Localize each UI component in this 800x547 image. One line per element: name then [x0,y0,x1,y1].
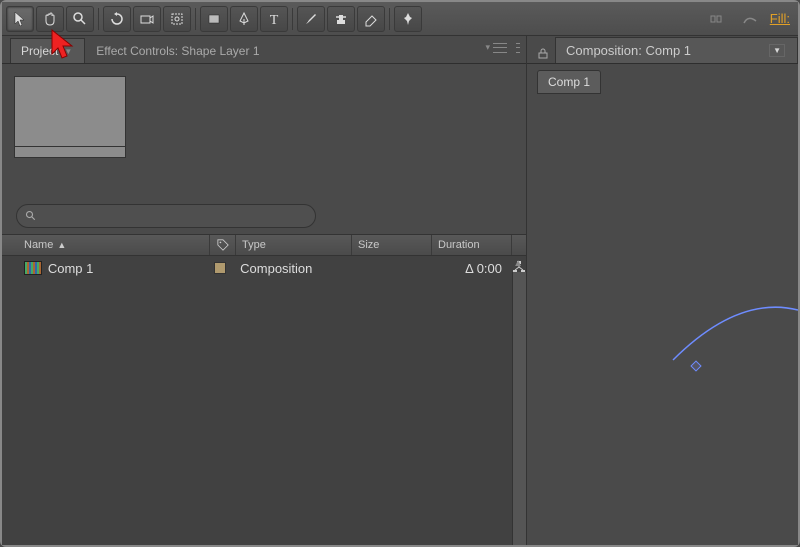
panel-menu[interactable]: ▾ [485,42,520,53]
brush-tool[interactable] [297,6,325,32]
lock-icon[interactable] [537,47,549,59]
col-duration[interactable]: Duration [432,235,512,255]
fill-label[interactable]: Fill: [770,11,794,26]
project-panel: Project▼ Effect Controls: Shape Layer 1 … [2,36,527,545]
snap-toggle[interactable] [702,6,730,32]
composition-thumbnail[interactable] [14,76,126,158]
effect-controls-tab[interactable]: Effect Controls: Shape Layer 1 [85,38,272,63]
col-label[interactable] [210,235,236,255]
type-tool[interactable]: T [260,6,288,32]
tag-icon [217,239,229,251]
effect-controls-tab-label: Effect Controls: Shape Layer 1 [96,44,259,58]
rotation-tool[interactable] [103,6,131,32]
scrollbar[interactable] [512,272,526,545]
row-name: Comp 1 [48,261,94,276]
clone-stamp-tool[interactable] [327,6,355,32]
rectangle-tool[interactable] [200,6,228,32]
table-row[interactable]: Comp 1 Composition Δ 0:00 [2,256,526,280]
label-color-swatch[interactable] [214,262,226,274]
project-tab-label: Project [21,44,58,58]
hand-tool[interactable] [36,6,64,32]
col-size[interactable]: Size [352,235,432,255]
svg-text:T: T [270,13,279,27]
project-tab[interactable]: Project ▼ [10,38,85,63]
chevron-down-icon: ▼ [64,47,72,56]
pan-behind-tool[interactable] [163,6,191,32]
composition-icon [24,261,42,275]
composition-panel: Composition: Comp 1 ▼ Comp 1 [527,36,798,545]
pen-tool[interactable] [230,6,258,32]
table-body: Comp 1 Composition Δ 0:00 ▲ [2,256,526,545]
search-input[interactable] [16,204,316,228]
comp-subtab[interactable]: Comp 1 [537,70,601,94]
row-type: Composition [240,261,312,276]
eraser-tool[interactable] [357,6,385,32]
sort-asc-icon: ▲ [57,240,66,250]
search-icon [25,210,37,222]
search-field[interactable] [43,209,307,224]
composition-viewer[interactable] [527,100,798,545]
comp-title-prefix: Composition: [566,43,642,58]
thumbnail-area [2,64,526,204]
bezier-path [618,255,798,375]
composition-tab[interactable]: Composition: Comp 1 ▼ [555,37,798,63]
col-type[interactable]: Type [236,235,352,255]
graph-toggle[interactable] [736,6,764,32]
chevron-down-icon[interactable]: ▼ [769,44,785,57]
scroll-up-icon[interactable]: ▲ [513,258,523,269]
zoom-tool[interactable] [66,6,94,32]
table-header: Name▲ Type Size Duration [2,234,526,256]
pin-tool[interactable] [394,6,422,32]
camera-tool[interactable] [133,6,161,32]
row-duration: Δ 0:00 [465,261,502,276]
toolbar: T Fill: [2,2,798,36]
comp-title-name: Comp 1 [646,43,692,58]
selection-tool[interactable] [6,6,34,32]
col-name[interactable]: Name▲ [18,235,210,255]
